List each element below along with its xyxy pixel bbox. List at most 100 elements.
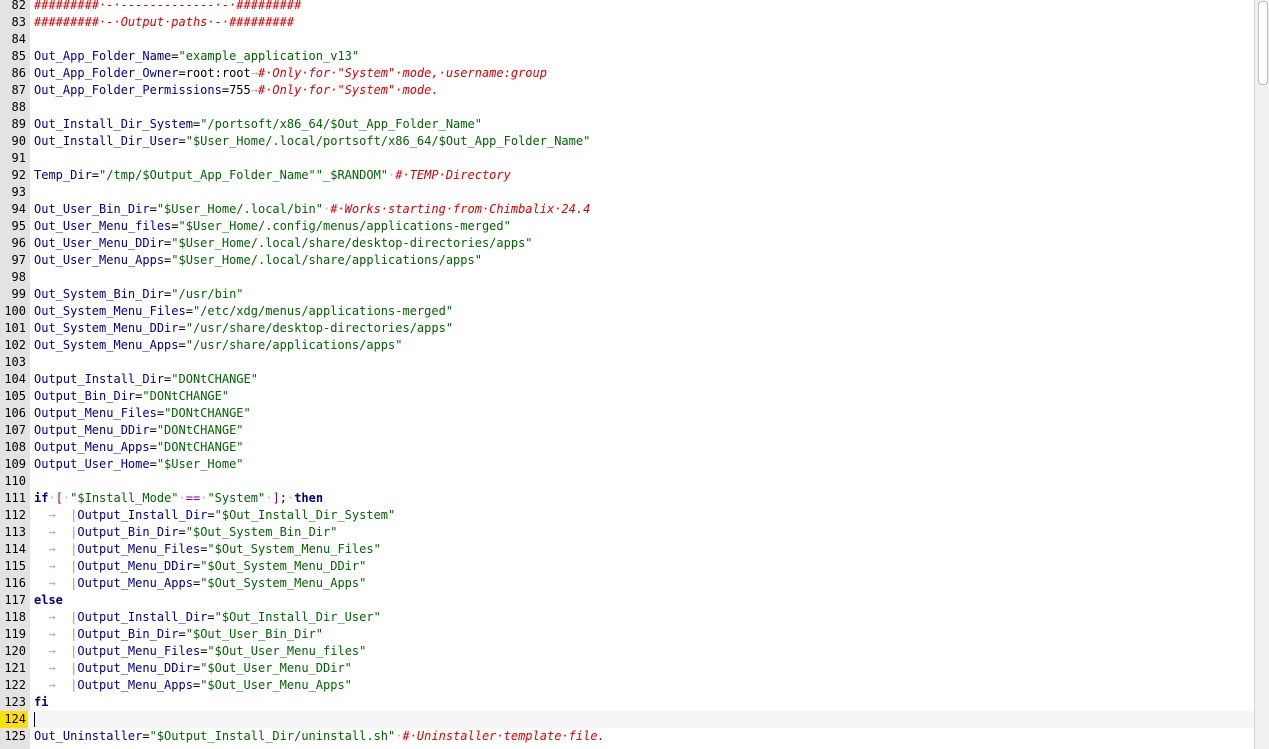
code-token: Out_System_Menu_Files <box>34 304 186 318</box>
line-number: 95 <box>11 219 26 233</box>
code-text[interactable]: Out_Uninstaller="$Output_Install_Dir/uni… <box>34 728 605 745</box>
code-text[interactable]: #########·-·-------------·-·######### <box>34 0 301 14</box>
code-line[interactable]: 122 → |Output_Menu_Apps="$Out_User_Menu_… <box>0 677 1254 694</box>
line-number: 88 <box>11 100 26 114</box>
code-line[interactable]: 90 Out_Install_Dir_User="$User_Home/.loca… <box>0 133 1254 150</box>
code-text[interactable]: Out_User_Menu_Apps="$User_Home/.local/sh… <box>34 252 482 269</box>
code-line[interactable]: 123 fi <box>0 694 1254 711</box>
code-text[interactable]: Out_Install_Dir_System="/portsoft/x86_64… <box>34 116 482 133</box>
code-text[interactable]: Out_System_Menu_Apps="/usr/share/applica… <box>34 337 402 354</box>
code-text[interactable]: Out_User_Bin_Dir="$User_Home/.local/bin"… <box>34 201 590 218</box>
code-text[interactable]: Out_App_Folder_Owner=root:root→#·Only·fo… <box>34 65 547 82</box>
code-line[interactable]: 92 Temp_Dir="/tmp/$Output_App_Folder_Name… <box>0 167 1254 184</box>
code-token: Output_Menu_Files <box>77 542 201 556</box>
code-line[interactable]: 115 → |Output_Menu_DDir="$Out_System_Men… <box>0 558 1254 575</box>
code-line[interactable]: 100 Out_System_Menu_Files="/etc/xdg/menus… <box>0 303 1254 320</box>
code-token: Output_Install_Dir <box>77 610 208 624</box>
code-token: Output_Bin_Dir <box>34 389 136 403</box>
code-line[interactable]: 109 Output_User_Home="$User_Home" <box>0 456 1254 473</box>
code-line[interactable]: 83 #########·-·Output·paths·-·######### <box>0 14 1254 31</box>
code-line[interactable]: 118 → |Output_Install_Dir="$Out_Install_… <box>0 609 1254 626</box>
code-text[interactable]: Out_System_Bin_Dir="/usr/bin" <box>34 286 244 303</box>
code-line[interactable]: 114 → |Output_Menu_Files="$Out_System_Me… <box>0 541 1254 558</box>
code-line[interactable]: 120 → |Output_Menu_Files="$Out_User_Menu… <box>0 643 1254 660</box>
code-line[interactable]: 91 <box>0 150 1254 167</box>
code-text[interactable]: if·[·"$Install_Mode"·==·"System"·];·then <box>34 490 323 507</box>
code-text[interactable]: → |Output_Install_Dir="$Out_Install_Dir_… <box>34 507 395 524</box>
line-number: 115 <box>4 559 26 573</box>
scrollbar-thumb[interactable] <box>1258 1 1268 85</box>
code-line[interactable]: 98 <box>0 269 1254 286</box>
code-token: == <box>185 491 201 505</box>
code-text[interactable]: Temp_Dir="/tmp/$Output_App_Folder_Name""… <box>34 167 511 184</box>
code-line[interactable]: 106 Output_Menu_Files="DONtCHANGE" <box>0 405 1254 422</box>
code-token: "$User_Home/.local/share/desktop-directo… <box>171 236 533 250</box>
code-lines[interactable]: 82 #########·-·-------------·-·######### 8… <box>0 0 1254 745</box>
code-text[interactable]: → |Output_Menu_Apps="$Out_System_Menu_Ap… <box>34 575 366 592</box>
code-line[interactable]: 117 else <box>0 592 1254 609</box>
code-line[interactable]: 102 Out_System_Menu_Apps="/usr/share/appl… <box>0 337 1254 354</box>
code-line[interactable]: 124 <box>0 711 1254 728</box>
code-text[interactable]: → |Output_Bin_Dir="$Out_System_Bin_Dir" <box>34 524 337 541</box>
code-text[interactable]: Out_Install_Dir_User="$User_Home/.local/… <box>34 133 590 150</box>
code-token: #########·-·-------------·-·######### <box>34 0 302 12</box>
code-text[interactable]: Output_User_Home="$User_Home" <box>34 456 244 473</box>
code-text[interactable]: Output_Menu_DDir="DONtCHANGE" <box>34 422 244 439</box>
code-editor[interactable]: 82 #########·-·-------------·-·######### 8… <box>0 0 1269 749</box>
code-line[interactable]: 107 Output_Menu_DDir="DONtCHANGE" <box>0 422 1254 439</box>
code-text[interactable]: Out_User_Menu_files="$User_Home/.config/… <box>34 218 511 235</box>
code-line[interactable]: 96 Out_User_Menu_DDir="$User_Home/.local/… <box>0 235 1254 252</box>
code-line[interactable]: 94 Out_User_Bin_Dir="$User_Home/.local/bi… <box>0 201 1254 218</box>
code-line[interactable]: 104 Output_Install_Dir="DONtCHANGE" <box>0 371 1254 388</box>
code-line[interactable]: 121 → |Output_Menu_DDir="$Out_User_Menu_… <box>0 660 1254 677</box>
code-text[interactable]: Out_System_Menu_Files="/etc/xdg/menus/ap… <box>34 303 453 320</box>
code-line[interactable]: 82 #########·-·-------------·-·######### <box>0 0 1254 14</box>
code-text[interactable]: Output_Menu_Files="DONtCHANGE" <box>34 405 251 422</box>
code-text[interactable]: Out_System_Menu_DDir="/usr/share/desktop… <box>34 320 453 337</box>
code-line[interactable]: 116 → |Output_Menu_Apps="$Out_System_Men… <box>0 575 1254 592</box>
code-text[interactable]: → |Output_Menu_Files="$Out_User_Menu_fil… <box>34 643 366 660</box>
vertical-scrollbar[interactable] <box>1254 0 1269 749</box>
code-line[interactable]: 119 → |Output_Bin_Dir="$Out_User_Bin_Dir… <box>0 626 1254 643</box>
code-line[interactable]: 108 Output_Menu_Apps="DONtCHANGE" <box>0 439 1254 456</box>
code-line[interactable]: 84 <box>0 31 1254 48</box>
code-line[interactable]: 86 Out_App_Folder_Owner=root:root→#·Only·… <box>0 65 1254 82</box>
code-text[interactable]: Out_App_Folder_Permissions=755→#·Only·fo… <box>34 82 439 99</box>
code-line[interactable]: 85 Out_App_Folder_Name="example_applicati… <box>0 48 1254 65</box>
code-line[interactable]: 105 Output_Bin_Dir="DONtCHANGE" <box>0 388 1254 405</box>
code-text[interactable]: Output_Menu_Apps="DONtCHANGE" <box>34 439 244 456</box>
code-line[interactable]: 97 Out_User_Menu_Apps="$User_Home/.local/… <box>0 252 1254 269</box>
code-line[interactable]: 93 <box>0 184 1254 201</box>
code-text[interactable]: → |Output_Menu_DDir="$Out_System_Menu_DD… <box>34 558 366 575</box>
code-text[interactable]: Output_Bin_Dir="DONtCHANGE" <box>34 388 229 405</box>
code-text[interactable]: #########·-·Output·paths·-·######### <box>34 14 294 31</box>
code-line[interactable]: 103 <box>0 354 1254 371</box>
code-text[interactable]: fi <box>34 694 48 711</box>
code-text[interactable]: else <box>34 592 63 609</box>
code-text[interactable]: → |Output_Menu_Apps="$Out_User_Menu_Apps… <box>34 677 351 694</box>
code-text[interactable]: → |Output_Bin_Dir="$Out_User_Bin_Dir" <box>34 626 323 643</box>
code-line[interactable]: 87 Out_App_Folder_Permissions=755→#·Only·… <box>0 82 1254 99</box>
code-text[interactable]: Out_App_Folder_Name="example_application… <box>34 48 359 65</box>
code-text[interactable]: Out_User_Menu_DDir="$User_Home/.local/sh… <box>34 235 533 252</box>
code-text[interactable]: → |Output_Menu_DDir="$Out_User_Menu_DDir… <box>34 660 351 677</box>
code-token: "$Out_System_Bin_Dir" <box>185 525 338 539</box>
code-text[interactable]: Output_Install_Dir="DONtCHANGE" <box>34 371 258 388</box>
code-line[interactable]: 89 Out_Install_Dir_System="/portsoft/x86_… <box>0 116 1254 133</box>
line-number: 123 <box>4 695 26 709</box>
line-number: 122 <box>4 678 26 692</box>
code-line[interactable]: 110 <box>0 473 1254 490</box>
code-line[interactable]: 95 Out_User_Menu_files="$User_Home/.confi… <box>0 218 1254 235</box>
code-line[interactable]: 99 Out_System_Bin_Dir="/usr/bin" <box>0 286 1254 303</box>
code-text[interactable]: → |Output_Install_Dir="$Out_Install_Dir_… <box>34 609 380 626</box>
code-line[interactable]: 111 if·[·"$Install_Mode"·==·"System"·];·t… <box>0 490 1254 507</box>
code-text[interactable]: → |Output_Menu_Files="$Out_System_Menu_F… <box>34 541 380 558</box>
code-line[interactable]: 112 → |Output_Install_Dir="$Out_Install_… <box>0 507 1254 524</box>
code-line[interactable]: 125 Out_Uninstaller="$Output_Install_Dir/… <box>0 728 1254 745</box>
whitespace-marker: → <box>250 83 258 97</box>
code-token: #·Only·for·"System"·mode,·username:group <box>257 66 547 80</box>
code-line[interactable]: 101 Out_System_Menu_DDir="/usr/share/desk… <box>0 320 1254 337</box>
code-token: = <box>185 304 193 318</box>
code-line[interactable]: 113 → |Output_Bin_Dir="$Out_System_Bin_D… <box>0 524 1254 541</box>
code-line[interactable]: 88 <box>0 99 1254 116</box>
